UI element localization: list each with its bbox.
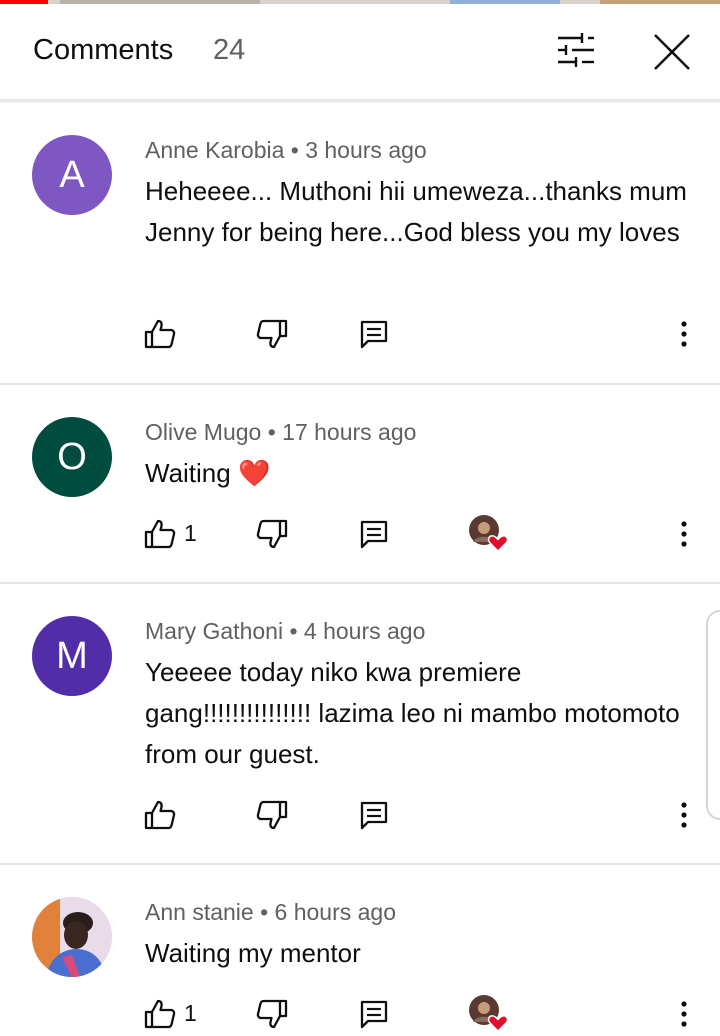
like-count: 1 xyxy=(184,520,197,546)
comment-meta: Anne Karobia • 3 hours ago xyxy=(145,137,427,163)
reply-button[interactable] xyxy=(356,996,392,1032)
comment-text: Heheeee... Muthoni hii umeweza...thanks … xyxy=(145,176,687,247)
reply-button[interactable] xyxy=(356,316,392,352)
sort-filter-button[interactable] xyxy=(552,30,600,70)
thumbs-up-icon xyxy=(144,319,176,349)
thumbs-down-icon xyxy=(256,999,288,1029)
more-options-button[interactable] xyxy=(668,516,700,552)
comment-meta: Ann stanie • 6 hours ago xyxy=(145,899,397,925)
thumbs-down-icon xyxy=(256,319,288,349)
comment-actions xyxy=(0,797,720,837)
comments-header: Comments 24 xyxy=(0,4,720,100)
avatar-initial: M xyxy=(56,634,88,677)
reply-comment-icon xyxy=(360,801,388,830)
more-options-button[interactable] xyxy=(668,797,700,833)
close-icon xyxy=(654,34,690,70)
comment-actions xyxy=(0,316,720,356)
dislike-button[interactable] xyxy=(254,316,290,352)
avatar-initial: A xyxy=(59,153,85,196)
like-button[interactable] xyxy=(142,516,178,552)
reply-button[interactable] xyxy=(356,797,392,833)
thumbs-up-icon xyxy=(144,800,176,830)
comment-text: Yeeeee today niko kwa premiere gang!!!!!… xyxy=(145,657,680,769)
profile-photo xyxy=(32,897,112,977)
avatar[interactable]: A xyxy=(32,135,112,215)
reply-comment-icon xyxy=(360,520,388,549)
more-vertical-icon xyxy=(681,521,687,547)
thumbs-up-icon xyxy=(144,999,176,1029)
creator-heart-badge xyxy=(468,514,512,554)
avatar[interactable] xyxy=(32,897,112,977)
avatar-initial: O xyxy=(57,435,87,478)
thumbs-down-icon xyxy=(256,519,288,549)
comment-item: A Anne Karobia • 3 hours ago Heheeee... … xyxy=(0,103,720,383)
thumbs-down-icon xyxy=(256,800,288,830)
like-button[interactable] xyxy=(142,996,178,1032)
like-count: 1 xyxy=(184,1000,197,1026)
comment-text: Waiting ❤️ xyxy=(145,458,271,488)
reply-comment-icon xyxy=(360,1000,388,1029)
more-vertical-icon xyxy=(681,321,687,347)
comments-title: Comments xyxy=(33,34,174,66)
reply-comment-icon xyxy=(360,320,388,349)
more-options-button[interactable] xyxy=(668,316,700,352)
dislike-button[interactable] xyxy=(254,996,290,1032)
comment-item: O Olive Mugo • 17 hours ago Waiting ❤️ 1 xyxy=(0,385,720,582)
comment-actions: 1 xyxy=(0,514,720,556)
like-button[interactable] xyxy=(142,316,178,352)
sliders-icon xyxy=(558,33,594,67)
comment-item: Ann stanie • 6 hours ago Waiting my ment… xyxy=(0,865,720,1036)
thumbs-up-icon xyxy=(144,519,176,549)
avatar[interactable]: O xyxy=(32,417,112,497)
comments-count: 24 xyxy=(213,34,246,66)
comment-item: M Mary Gathoni • 4 hours ago Yeeeee toda… xyxy=(0,584,720,863)
comment-meta: Mary Gathoni • 4 hours ago xyxy=(145,618,426,644)
like-button[interactable] xyxy=(142,797,178,833)
side-panel-edge[interactable] xyxy=(706,610,720,820)
more-vertical-icon xyxy=(681,1001,687,1027)
comment-text: Waiting my mentor xyxy=(145,938,361,968)
reply-button[interactable] xyxy=(356,516,392,552)
dislike-button[interactable] xyxy=(254,516,290,552)
more-options-button[interactable] xyxy=(668,996,700,1032)
creator-heart-icon xyxy=(469,995,509,1033)
comment-meta: Olive Mugo • 17 hours ago xyxy=(145,419,417,445)
avatar[interactable]: M xyxy=(32,616,112,696)
comment-actions: 1 xyxy=(0,994,720,1036)
creator-heart-badge xyxy=(468,994,512,1034)
creator-heart-icon xyxy=(469,515,509,553)
close-button[interactable] xyxy=(648,28,696,76)
more-vertical-icon xyxy=(681,802,687,828)
dislike-button[interactable] xyxy=(254,797,290,833)
